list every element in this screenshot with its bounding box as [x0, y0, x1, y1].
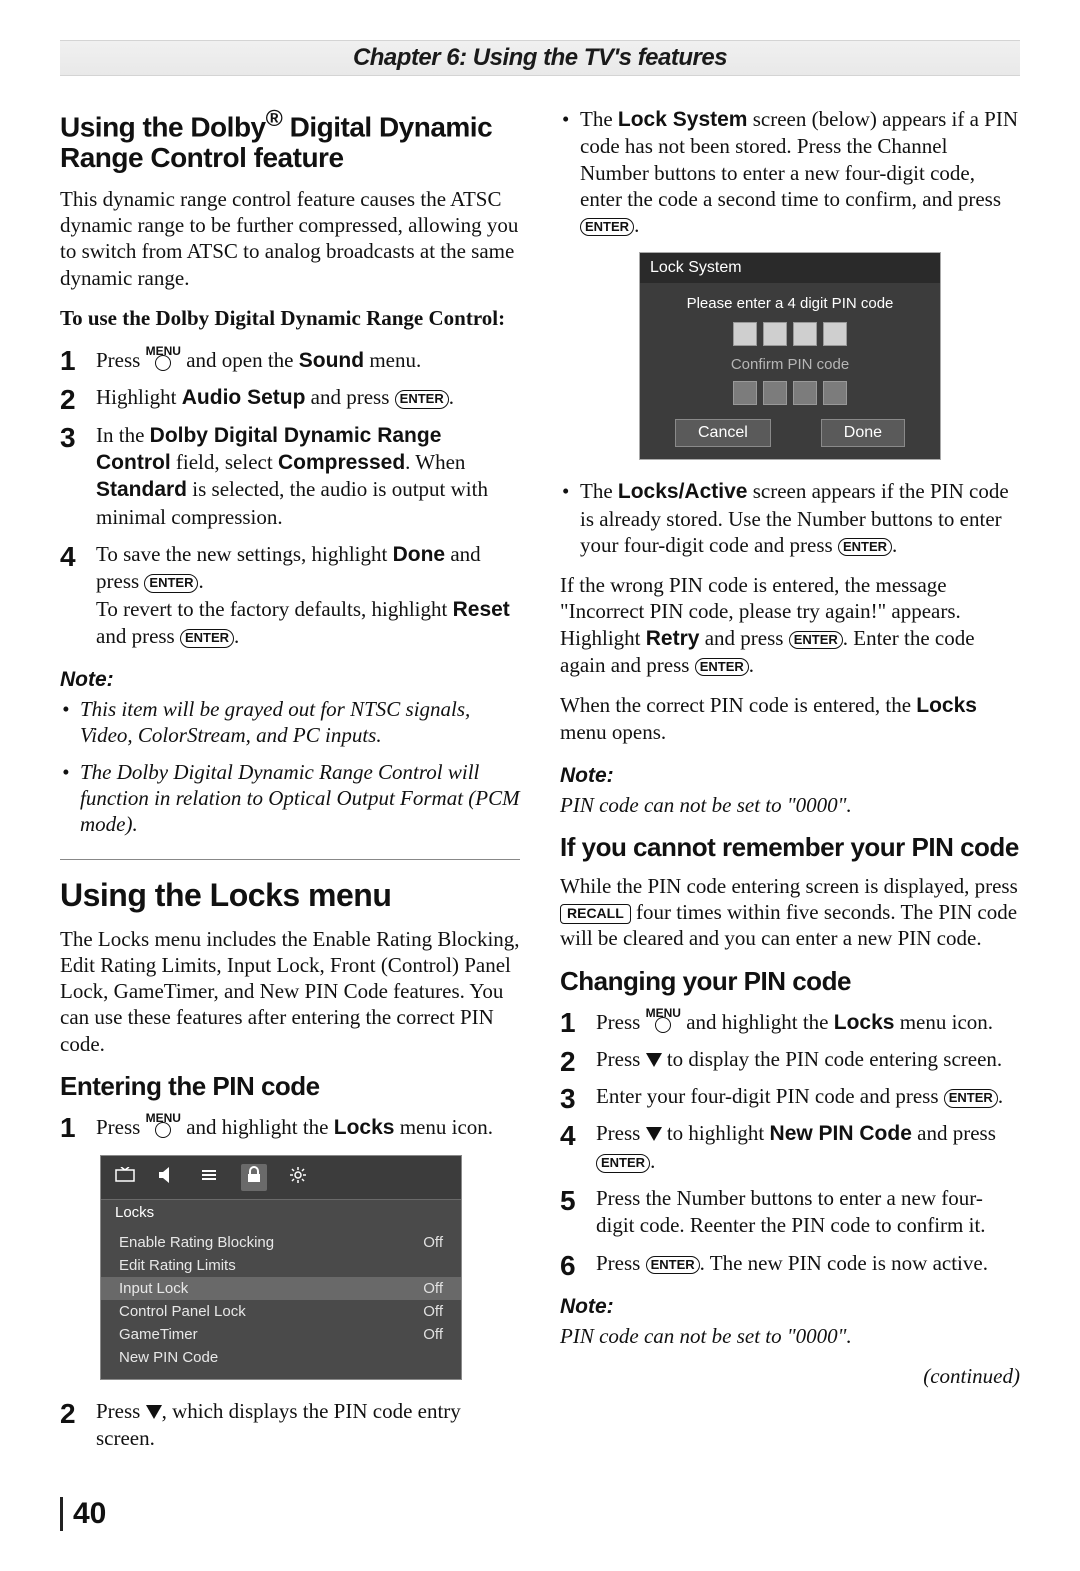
change-pin-step-2: Press to display the PIN code entering s…: [560, 1046, 1020, 1073]
lock-system-bullets: The Lock System screen (below) appears i…: [560, 106, 1020, 238]
enter-pin-steps-1: Press MENU and highlight the Locks menu …: [60, 1112, 520, 1141]
dolby-step-1: Press MENU and open the Sound menu.: [60, 345, 520, 374]
dialog-confirm: Confirm PIN code: [640, 350, 940, 377]
note-heading: Note:: [60, 668, 520, 692]
page-footer: 40: [60, 1497, 1020, 1531]
pin-box: [823, 381, 847, 405]
heading-dolby: Using the Dolby® Digital Dynamic Range C…: [60, 106, 520, 174]
dialog-done-button: Done: [821, 419, 905, 447]
locks-active-bullets: The Locks/Active screen appears if the P…: [560, 478, 1020, 558]
change-pin-step-6: Press ENTER. The new PIN code is now act…: [560, 1250, 1020, 1277]
tv-icon: [115, 1167, 135, 1188]
osd-row: Input LockOff: [101, 1277, 461, 1300]
continued-label: (continued): [560, 1363, 1020, 1389]
osd-row: Enable Rating BlockingOff: [101, 1231, 461, 1254]
pin-box: [733, 381, 757, 405]
enter-button-icon: ENTER: [789, 631, 843, 649]
note-item: The Dolby Digital Dynamic Range Control …: [60, 759, 520, 838]
down-arrow-icon: [146, 1405, 162, 1419]
bullet-locks-active: The Locks/Active screen appears if the P…: [560, 478, 1020, 558]
enter-button-icon: ENTER: [180, 629, 234, 648]
note-pin-0000: PIN code can not be set to "0000".: [560, 792, 1020, 818]
down-arrow-icon: [646, 1127, 662, 1141]
enter-button-icon: ENTER: [395, 390, 449, 409]
change-pin-step-4: Press to highlight New PIN Code and pres…: [560, 1120, 1020, 1175]
change-pin-step-3: Enter your four-digit PIN code and press…: [560, 1083, 1020, 1110]
osd-row: Edit Rating Limits: [101, 1254, 461, 1277]
dolby-notes: This item will be grayed out for NTSC si…: [60, 696, 520, 837]
heading-locks-menu: Using the Locks menu: [60, 878, 520, 913]
heading-forget-pin: If you cannot remember your PIN code: [560, 832, 1020, 863]
enter-button-icon: ENTER: [695, 658, 749, 676]
pin-box: [793, 381, 817, 405]
heading-change-pin: Changing your PIN code: [560, 966, 1020, 997]
pin-box: [763, 381, 787, 405]
forget-pin-text: While the PIN code entering screen is di…: [560, 873, 1020, 952]
enter-pin-step-2: Press , which displays the PIN code entr…: [60, 1398, 520, 1453]
menu-button-icon: MENU: [146, 345, 181, 373]
recall-button-icon: RECALL: [560, 904, 631, 924]
pin-box: [763, 322, 787, 346]
enter-pin-steps-2: Press , which displays the PIN code entr…: [60, 1398, 520, 1453]
bullet-lock-system: The Lock System screen (below) appears i…: [560, 106, 1020, 238]
change-pin-step-5: Press the Number buttons to enter a new …: [560, 1185, 1020, 1240]
correct-pin-text: When the correct PIN code is entered, th…: [560, 692, 1020, 746]
lock-icon: [241, 1164, 267, 1191]
enter-button-icon: ENTER: [944, 1089, 998, 1108]
gear-icon: [289, 1166, 307, 1189]
change-pin-steps: Press MENU and highlight the Locks menu …: [560, 1007, 1020, 1277]
enter-button-icon: ENTER: [838, 538, 892, 556]
dolby-step-3: In the Dolby Digital Dynamic Range Contr…: [60, 422, 520, 531]
enter-button-icon: ENTER: [596, 1154, 650, 1173]
dialog-cancel-button: Cancel: [675, 419, 771, 447]
menu-button-icon: MENU: [146, 1112, 181, 1140]
osd-nav-bar: [101, 1156, 461, 1200]
enter-pin-step-1: Press MENU and highlight the Locks menu …: [60, 1112, 520, 1141]
dialog-msg: Please enter a 4 digit PIN code: [640, 283, 940, 318]
dialog-title: Lock System: [640, 253, 940, 283]
change-pin-step-1: Press MENU and highlight the Locks menu …: [560, 1007, 1020, 1036]
note-heading: Note:: [560, 764, 1020, 788]
pin-box: [823, 322, 847, 346]
down-arrow-icon: [646, 1053, 662, 1067]
osd-row: GameTimerOff: [101, 1323, 461, 1346]
locks-intro: The Locks menu includes the Enable Ratin…: [60, 926, 520, 1057]
pin-box: [793, 322, 817, 346]
settings-icon: [199, 1167, 219, 1188]
chapter-title: Chapter 6: Using the TV's features: [353, 44, 727, 71]
osd-lock-system-dialog: Lock System Please enter a 4 digit PIN c…: [639, 252, 941, 460]
note-pin-0000-2: PIN code can not be set to "0000".: [560, 1323, 1020, 1349]
right-column: The Lock System screen (below) appears i…: [560, 106, 1020, 1467]
dolby-howto: To use the Dolby Digital Dynamic Range C…: [60, 305, 520, 331]
dolby-step-2: Highlight Audio Setup and press ENTER.: [60, 384, 520, 411]
osd-locks-menu: Locks Enable Rating BlockingOff Edit Rat…: [100, 1155, 462, 1380]
pin-box: [733, 322, 757, 346]
enter-button-icon: ENTER: [580, 218, 634, 236]
menu-button-icon: MENU: [646, 1007, 681, 1035]
left-column: Using the Dolby® Digital Dynamic Range C…: [60, 106, 520, 1467]
chapter-header: Chapter 6: Using the TV's features: [60, 40, 1020, 76]
wrong-pin-text: If the wrong PIN code is entered, the me…: [560, 572, 1020, 678]
section-divider: [60, 859, 520, 860]
note-heading: Note:: [560, 1295, 1020, 1319]
enter-button-icon: ENTER: [144, 574, 198, 593]
osd-row: New PIN Code: [101, 1346, 461, 1369]
dolby-intro: This dynamic range control feature cause…: [60, 186, 520, 291]
dolby-steps: Press MENU and open the Sound menu. High…: [60, 345, 520, 650]
dolby-step-4: To save the new settings, highlight Done…: [60, 541, 520, 650]
osd-row: Control Panel LockOff: [101, 1300, 461, 1323]
osd-title: Locks: [101, 1200, 461, 1225]
pin-confirm-boxes: [640, 381, 940, 405]
enter-button-icon: ENTER: [646, 1256, 700, 1275]
pin-entry-boxes: [640, 322, 940, 346]
heading-enter-pin: Entering the PIN code: [60, 1071, 520, 1102]
note-item: This item will be grayed out for NTSC si…: [60, 696, 520, 749]
audio-icon: [157, 1167, 177, 1188]
page-number: 40: [73, 1497, 106, 1530]
